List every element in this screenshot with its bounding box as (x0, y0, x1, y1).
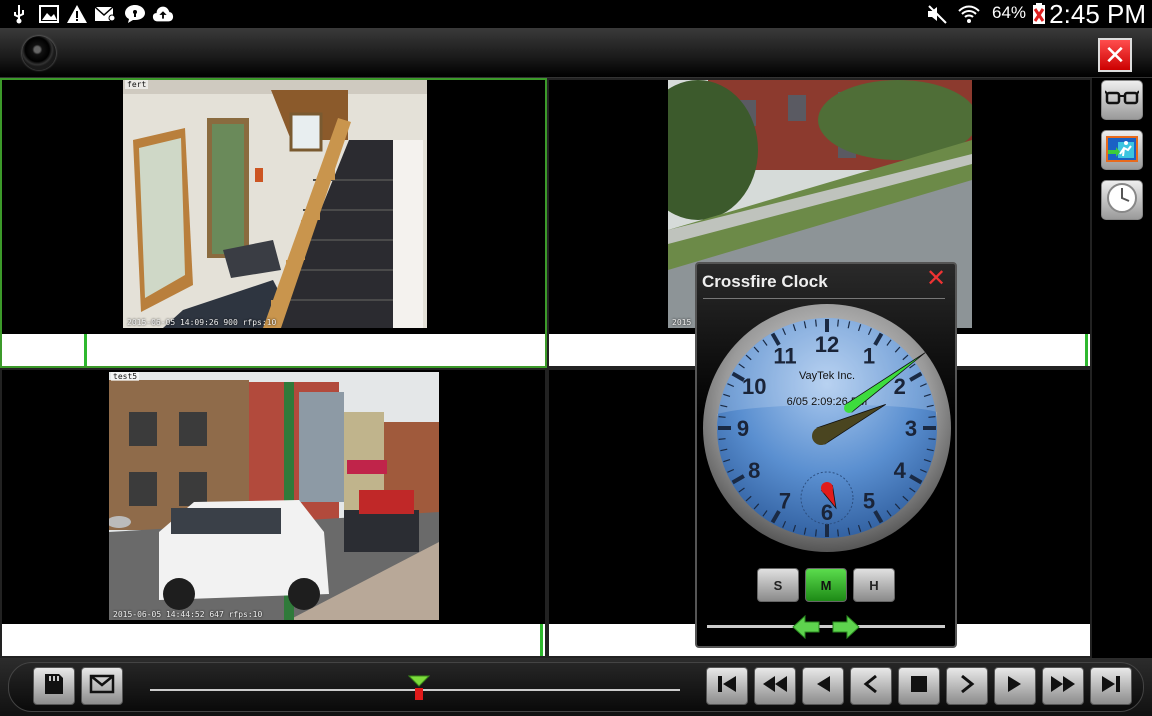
wifi-icon (958, 3, 980, 25)
minute-tick (928, 438, 936, 440)
fast-forward-button[interactable] (1042, 667, 1084, 705)
clock-numeral: 1 (863, 343, 875, 368)
step-forward-button[interactable] (946, 667, 988, 705)
playback-toolbar (0, 658, 1152, 716)
clock-icon (1106, 182, 1138, 219)
clock-slider[interactable] (707, 625, 945, 628)
divider (703, 298, 945, 299)
close-app-button[interactable]: ✕ (1098, 38, 1132, 72)
minute-tick (815, 529, 817, 537)
minute-tick (837, 529, 839, 537)
skip-to-end-button[interactable] (1090, 667, 1132, 705)
minute-tick (718, 416, 726, 418)
clock-numeral: 3 (905, 416, 917, 441)
clock-numeral: 5 (863, 489, 875, 514)
analog-clock: 12 1234567891011 VayTek Inc. 6/05 2:09:26… (703, 304, 951, 552)
clock-numeral: 7 (779, 489, 791, 514)
minute-tick (815, 319, 817, 327)
email-button[interactable] (81, 667, 123, 705)
glasses-icon (1104, 88, 1140, 113)
running-exit-icon (1104, 132, 1140, 169)
clock-numeral: 9 (737, 416, 749, 441)
minute-tick (928, 416, 936, 418)
tile-status-bar (2, 624, 545, 656)
second-hand-hub (821, 482, 833, 494)
dialog-title: Crossfire Clock (702, 272, 828, 291)
clock-button[interactable] (1101, 180, 1143, 220)
camera-label: test5 (111, 372, 140, 381)
fast-rewind-button[interactable] (754, 667, 796, 705)
hour-hand-hub (812, 427, 830, 445)
mute-icon (926, 3, 948, 25)
save-button[interactable] (33, 667, 75, 705)
image-icon (38, 3, 60, 25)
close-icon: ✕ (1104, 40, 1126, 70)
fast-forward-icon (1049, 674, 1077, 699)
right-sidebar (1092, 78, 1152, 658)
battery-percent: 64% (992, 3, 1027, 22)
clock-numeral: 12 (815, 332, 839, 357)
clock-numeral: 2 (894, 374, 906, 399)
chevron-left-icon (861, 674, 881, 699)
camera-feed-1[interactable]: fert 2015-06-05 14:09:26 900 rfps:10 (123, 80, 427, 328)
camera-timestamp: 2015 (672, 318, 692, 327)
dialog-close-button[interactable]: ✕ (925, 265, 947, 292)
minute-tick (718, 438, 726, 440)
clock-numeral: 11 (773, 343, 796, 368)
app-header: ✕ (0, 28, 1152, 78)
clock-brand: VayTek Inc. (799, 370, 855, 382)
camera-timestamp: 2015-06-05 14:44:52 647 rfps:10 (113, 610, 263, 619)
timeline-thumb[interactable] (408, 675, 430, 701)
chevron-right-icon (957, 674, 977, 699)
play-reverse-button[interactable] (802, 667, 844, 705)
chat-icon (124, 3, 146, 25)
play-icon (1005, 674, 1025, 699)
camera-feed-3[interactable]: test5 2015-06-05 14:44:52 647 rfps:10 (109, 372, 439, 620)
tile-marker (540, 624, 543, 656)
status-bar: 64% 2:45 PM (0, 0, 1152, 29)
clock-numeral: 4 (894, 458, 907, 483)
rewind-icon (761, 674, 789, 699)
cloud-upload-icon (152, 3, 174, 25)
clock-numeral: 6 (821, 500, 833, 525)
skip-end-icon (1100, 674, 1122, 699)
envelope-icon (89, 674, 115, 699)
play-button[interactable] (994, 667, 1036, 705)
email-icon (94, 3, 116, 25)
sd-card-icon (43, 672, 65, 701)
stop-icon (909, 674, 929, 699)
clock-time: 2:45 PM (1049, 0, 1146, 29)
camera-label: fert (125, 80, 149, 89)
exit-layout-button[interactable] (1101, 130, 1143, 170)
stop-button[interactable] (898, 667, 940, 705)
camera-timestamp: 2015-06-05 14:09:26 900 rfps:10 (127, 318, 277, 327)
minute-tick (837, 319, 839, 327)
hours-mode-button[interactable]: H (853, 568, 895, 602)
glasses-button[interactable] (1101, 80, 1143, 120)
skip-to-start-button[interactable] (706, 667, 748, 705)
clock-numeral: 8 (748, 458, 760, 483)
skip-start-icon (716, 674, 738, 699)
play-reverse-icon (813, 674, 833, 699)
arrow-left-icon[interactable] (791, 614, 821, 640)
warning-icon (66, 3, 88, 25)
tile-marker (1085, 334, 1088, 366)
tile-marker (84, 334, 87, 366)
usb-icon (8, 3, 30, 25)
step-back-button[interactable] (850, 667, 892, 705)
camera-icon[interactable] (22, 36, 56, 70)
seconds-mode-button[interactable]: S (757, 568, 799, 602)
tile-status-bar (2, 334, 545, 366)
camera-tile-3[interactable]: test5 2015-06-05 14:44:52 647 rfps:10 (0, 368, 547, 658)
minute-hand-hub (844, 403, 854, 413)
arrow-right-icon[interactable] (831, 614, 861, 640)
camera-tile-1[interactable]: fert 2015-06-05 14:09:26 900 rfps:10 (0, 78, 547, 368)
battery-icon (1028, 3, 1050, 25)
close-icon: ✕ (925, 265, 947, 292)
clock-numeral: 10 (742, 374, 766, 399)
minutes-mode-button[interactable]: M (805, 568, 847, 602)
clock-dialog: Crossfire Clock ✕ 12 1 2 3 4 5 6 7 8 9 10 11 VayTek… (695, 262, 957, 648)
